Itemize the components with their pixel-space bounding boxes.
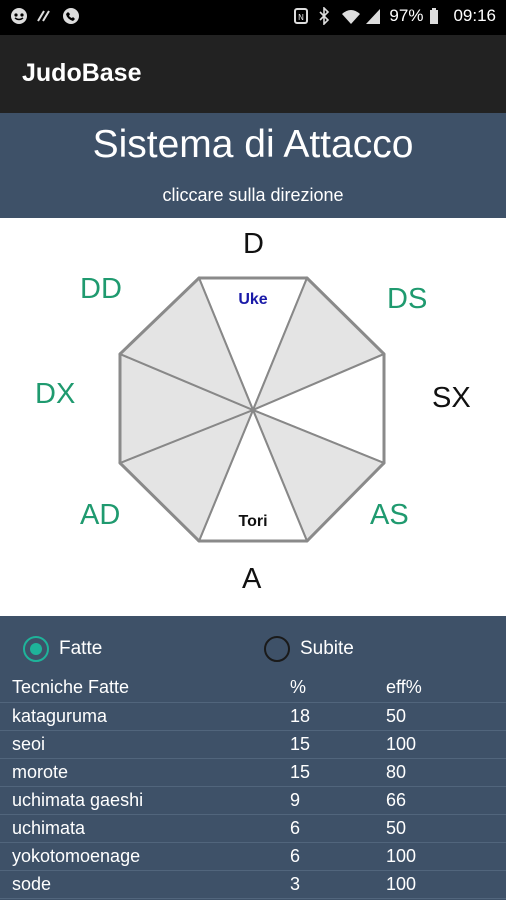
app-title: JudoBase: [22, 59, 142, 87]
radio-subite-circle[interactable]: [264, 636, 290, 662]
technique-efficiency: 50: [386, 814, 506, 843]
technique-percent: 18: [290, 702, 386, 731]
app-notification-icon: [10, 7, 28, 25]
technique-percent: 9: [290, 786, 386, 815]
technique-name: uchimata gaeshi: [0, 786, 290, 815]
phone-icon: [62, 7, 80, 25]
table-row[interactable]: seoi 15 100: [0, 730, 506, 759]
technique-efficiency: 100: [386, 842, 506, 871]
technique-name: morote: [0, 758, 290, 787]
svg-text:N: N: [298, 13, 304, 22]
table-row[interactable]: yokotomoenage 6 100: [0, 842, 506, 871]
technique-percent: 15: [290, 730, 386, 759]
nfc-icon: N: [293, 7, 311, 25]
technique-efficiency: 50: [386, 702, 506, 731]
attack-direction-diagram: D DS SX AS A AD DX DD Uke Tori: [0, 218, 506, 616]
table-row[interactable]: uchimata gaeshi 9 66: [0, 786, 506, 815]
wifi-calling-icon: [36, 7, 54, 25]
technique-percent: 6: [290, 842, 386, 871]
page-title: Sistema di Attacco: [92, 123, 414, 166]
technique-percent: 3: [290, 870, 386, 899]
battery-icon: [429, 7, 447, 25]
table-row[interactable]: uchimata 6 50: [0, 814, 506, 843]
clock: 09:16: [453, 6, 496, 25]
radio-subite[interactable]: Subite: [264, 636, 354, 662]
radio-subite-label: Subite: [300, 638, 354, 659]
technique-percent: 6: [290, 814, 386, 843]
radio-fatte-label: Fatte: [59, 638, 103, 659]
page-subtitle: cliccare sulla direzione: [162, 185, 344, 205]
column-header-percent: %: [290, 674, 386, 703]
results-panel: Fatte Subite Tecniche Fatte % eff% katag…: [0, 616, 506, 900]
tori-label: Tori: [238, 513, 267, 530]
battery-percent: 97%: [389, 6, 424, 25]
technique-efficiency: 66: [386, 786, 506, 815]
technique-name: uchimata: [0, 814, 290, 843]
app-bar: JudoBase: [0, 35, 506, 113]
table-row[interactable]: sode 3 100: [0, 870, 506, 899]
section-header: Sistema di Attacco cliccare sulla direzi…: [0, 113, 506, 218]
technique-efficiency: 100: [386, 730, 506, 759]
mode-radio-group: Fatte Subite: [0, 636, 506, 670]
status-bar: N 97% 09:16: [0, 0, 506, 35]
radio-fatte-circle[interactable]: [23, 636, 49, 662]
column-header-efficiency: eff%: [386, 674, 506, 703]
technique-name: seoi: [0, 730, 290, 759]
techniques-table: Tecniche Fatte % eff% kataguruma 18 50 s…: [0, 674, 506, 899]
technique-name: yokotomoenage: [0, 842, 290, 871]
technique-efficiency: 80: [386, 758, 506, 787]
table-header-row: Tecniche Fatte % eff%: [0, 674, 506, 703]
technique-name: sode: [0, 870, 290, 899]
wifi-icon: [341, 7, 361, 25]
technique-name: kataguruma: [0, 702, 290, 731]
technique-percent: 15: [290, 758, 386, 787]
table-row[interactable]: morote 15 80: [0, 758, 506, 787]
bluetooth-icon: [317, 6, 335, 26]
radio-fatte[interactable]: Fatte: [23, 636, 102, 662]
column-header-technique: Tecniche Fatte: [0, 674, 290, 703]
technique-efficiency: 100: [386, 870, 506, 899]
uke-label: Uke: [238, 291, 267, 308]
octagon-chart: Uke Tori: [118, 276, 386, 543]
table-row[interactable]: kataguruma 18 50: [0, 702, 506, 731]
signal-icon: [365, 7, 383, 25]
